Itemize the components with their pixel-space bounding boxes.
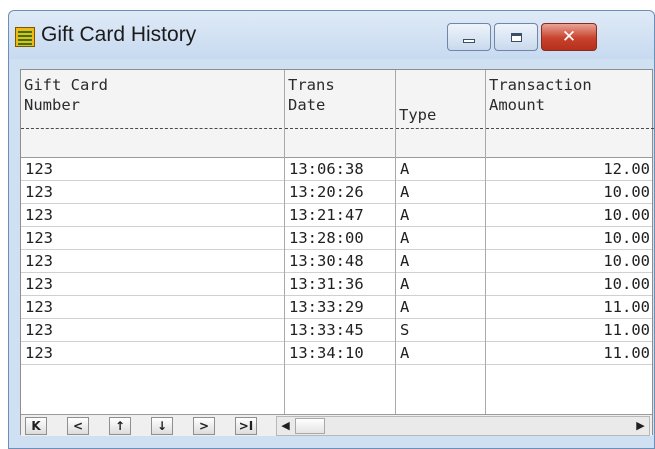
header-gift-card-number[interactable]: Gift Card Number bbox=[21, 70, 284, 158]
cell-type: A bbox=[400, 160, 410, 178]
previous-record-button[interactable]: ↑ bbox=[109, 417, 131, 435]
header-transaction-amount[interactable]: Transaction Amount bbox=[486, 70, 654, 158]
horizontal-scrollbar[interactable]: ◀ ▶ bbox=[276, 416, 650, 436]
next-page-button[interactable]: > bbox=[193, 417, 215, 435]
cell-date: 13:30:48 bbox=[289, 252, 364, 270]
header-type[interactable]: Type bbox=[396, 70, 485, 158]
cell-number: 123 bbox=[25, 206, 53, 224]
cell-type: A bbox=[400, 229, 410, 247]
title-bar[interactable]: Gift Card History ✕ bbox=[9, 11, 654, 59]
header-line-1: Gift Card bbox=[24, 76, 108, 94]
table-row[interactable]: 123 13:33:45 S 11.00 bbox=[21, 319, 652, 342]
header-rule bbox=[486, 128, 654, 129]
table-row[interactable]: 123 13:33:29 A 11.00 bbox=[21, 296, 652, 319]
cell-number: 123 bbox=[25, 344, 53, 362]
cell-amount: 10.00 bbox=[603, 206, 650, 224]
cell-amount: 10.00 bbox=[603, 275, 650, 293]
window-title: Gift Card History bbox=[41, 23, 197, 46]
close-button[interactable]: ✕ bbox=[541, 23, 597, 51]
header-rule bbox=[396, 128, 483, 129]
table-row[interactable]: 123 13:30:48 A 10.00 bbox=[21, 250, 652, 273]
table-row[interactable]: 123 13:28:00 A 10.00 bbox=[21, 227, 652, 250]
cell-type: A bbox=[400, 206, 410, 224]
header-rule bbox=[285, 128, 393, 129]
minimize-icon bbox=[463, 39, 475, 43]
row-separator bbox=[21, 364, 652, 365]
column-divider bbox=[485, 70, 486, 414]
cell-number: 123 bbox=[25, 252, 53, 270]
table-row[interactable]: 123 13:21:47 A 10.00 bbox=[21, 204, 652, 227]
cell-type: A bbox=[400, 252, 410, 270]
column-divider bbox=[395, 70, 396, 414]
cell-date: 13:06:38 bbox=[289, 160, 364, 178]
column-divider bbox=[284, 70, 285, 414]
table-grid-icon bbox=[15, 27, 35, 47]
cell-type: A bbox=[400, 183, 410, 201]
cell-amount: 11.00 bbox=[603, 321, 650, 339]
header-line-2: Date bbox=[288, 96, 326, 114]
header-line-1: Trans bbox=[288, 76, 335, 94]
cell-amount: 11.00 bbox=[603, 344, 650, 362]
cell-type: A bbox=[400, 344, 410, 362]
cell-date: 13:31:36 bbox=[289, 275, 364, 293]
maximize-icon bbox=[510, 32, 522, 42]
cell-amount: 10.00 bbox=[603, 183, 650, 201]
navigation-bar: K < ↑ ↓ > >I ◀ ▶ bbox=[21, 414, 652, 436]
header-trans-date[interactable]: Trans Date bbox=[285, 70, 395, 158]
next-record-button[interactable]: ↓ bbox=[151, 417, 173, 435]
scroll-thumb[interactable] bbox=[295, 418, 325, 434]
header-line-2: Number bbox=[24, 96, 80, 114]
cell-date: 13:34:10 bbox=[289, 344, 364, 362]
gift-card-grid: Gift Card Number Trans Date Type Transac… bbox=[20, 69, 654, 436]
previous-page-button[interactable]: < bbox=[67, 417, 89, 435]
header-line-2: Amount bbox=[489, 96, 545, 114]
cell-date: 13:20:26 bbox=[289, 183, 364, 201]
scroll-left-icon[interactable]: ◀ bbox=[277, 417, 294, 435]
maximize-button[interactable] bbox=[494, 23, 538, 51]
cell-date: 13:21:47 bbox=[289, 206, 364, 224]
header-rule bbox=[21, 128, 282, 129]
table-row[interactable]: 123 13:20:26 A 10.00 bbox=[21, 181, 652, 204]
minimize-button[interactable] bbox=[447, 23, 491, 51]
header-line-1: Transaction bbox=[489, 76, 592, 94]
table-row[interactable]: 123 13:06:38 A 12.00 bbox=[21, 158, 652, 181]
cell-number: 123 bbox=[25, 275, 53, 293]
close-icon: ✕ bbox=[561, 26, 577, 47]
cell-date: 13:33:45 bbox=[289, 321, 364, 339]
header-line-2: Type bbox=[399, 106, 437, 124]
cell-amount: 10.00 bbox=[603, 252, 650, 270]
cell-type: A bbox=[400, 275, 410, 293]
cell-amount: 11.00 bbox=[603, 298, 650, 316]
cell-amount: 12.00 bbox=[603, 160, 650, 178]
first-record-button[interactable]: K bbox=[25, 417, 47, 435]
scroll-right-icon[interactable]: ▶ bbox=[632, 417, 649, 435]
cell-number: 123 bbox=[25, 183, 53, 201]
gift-card-history-window: Gift Card History ✕ Gift Card Number Tra… bbox=[8, 10, 655, 449]
cell-type: S bbox=[400, 321, 410, 339]
table-row[interactable]: 123 13:31:36 A 10.00 bbox=[21, 273, 652, 296]
last-record-button[interactable]: >I bbox=[235, 417, 257, 435]
grid-header: Gift Card Number Trans Date Type Transac… bbox=[21, 70, 654, 158]
table-row[interactable]: 123 13:34:10 A 11.00 bbox=[21, 342, 652, 365]
cell-amount: 10.00 bbox=[603, 229, 650, 247]
cell-date: 13:28:00 bbox=[289, 229, 364, 247]
cell-number: 123 bbox=[25, 160, 53, 178]
cell-number: 123 bbox=[25, 229, 53, 247]
cell-date: 13:33:29 bbox=[289, 298, 364, 316]
cell-number: 123 bbox=[25, 298, 53, 316]
cell-type: A bbox=[400, 298, 410, 316]
cell-number: 123 bbox=[25, 321, 53, 339]
